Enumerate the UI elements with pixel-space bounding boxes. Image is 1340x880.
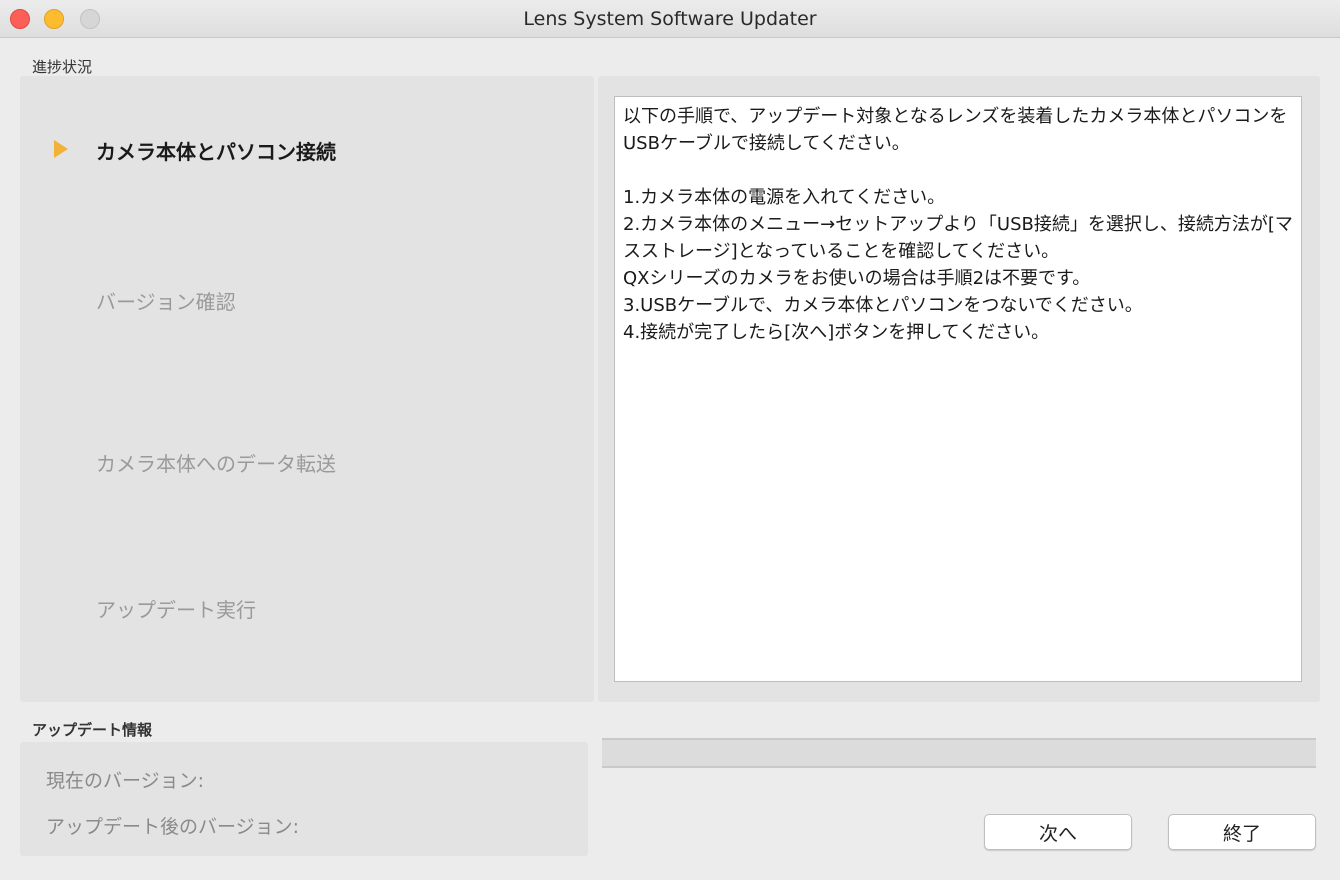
next-button[interactable]: 次へ: [984, 814, 1132, 850]
exit-button[interactable]: 終了: [1168, 814, 1316, 850]
steps-panel: カメラ本体とパソコン接続 バージョン確認 カメラ本体へのデータ転送 アップデート…: [20, 76, 594, 702]
step-data-transfer: カメラ本体へのデータ転送: [96, 452, 336, 476]
update-progress-bar: [602, 738, 1316, 768]
step-run-update: アップデート実行: [96, 598, 256, 622]
after-update-version-label: アップデート後のバージョン:: [46, 816, 300, 838]
step-version-check: バージョン確認: [96, 290, 236, 314]
update-info-panel: 現在のバージョン: アップデート後のバージョン:: [20, 742, 588, 856]
progress-section-label: 進捗状況: [32, 58, 93, 76]
update-info-label: アップデート情報: [32, 721, 153, 739]
window-title: Lens System Software Updater: [523, 8, 817, 30]
step-camera-pc-connection: カメラ本体とパソコン接続: [96, 140, 336, 164]
instruction-text[interactable]: 以下の手順で、アップデート対象となるレンズを装着したカメラ本体とパソコンをUSB…: [614, 96, 1302, 682]
updater-window: Lens System Software Updater 進捗状況 カメラ本体と…: [0, 0, 1340, 880]
title-bar[interactable]: Lens System Software Updater: [0, 0, 1340, 38]
instruction-frame: 以下の手順で、アップデート対象となるレンズを装着したカメラ本体とパソコンをUSB…: [598, 76, 1320, 702]
current-step-arrow-icon: [54, 140, 68, 158]
current-version-label: 現在のバージョン:: [46, 770, 205, 792]
